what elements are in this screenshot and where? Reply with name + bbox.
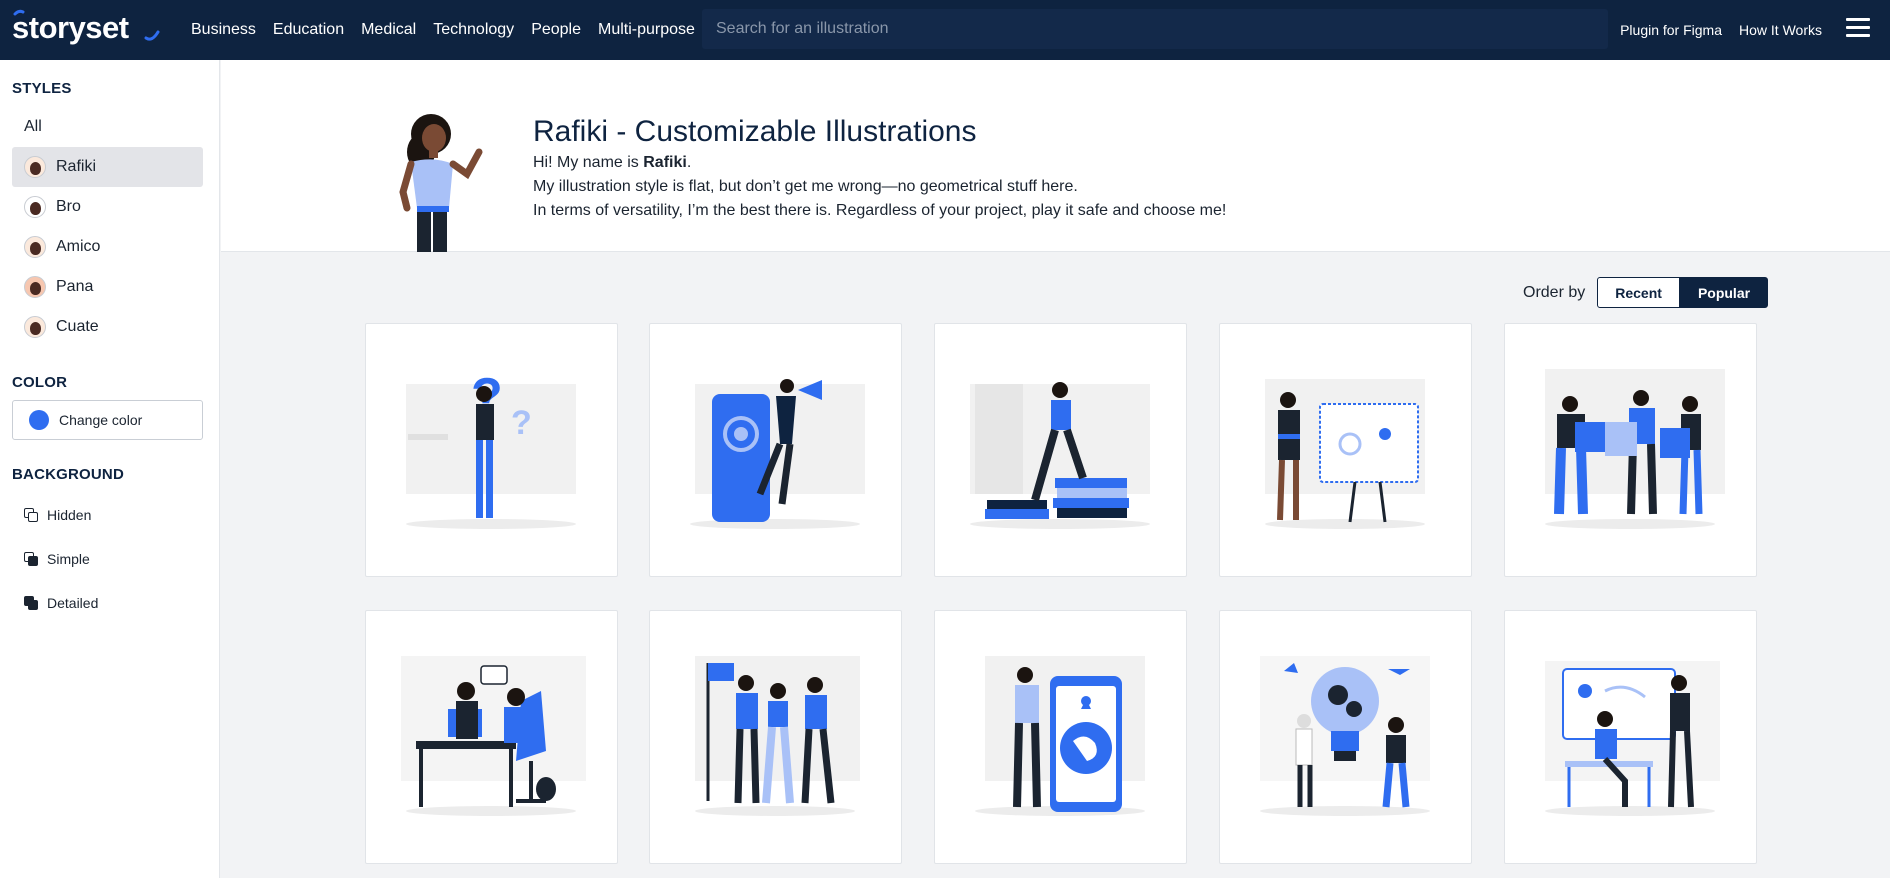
style-amico[interactable]: Amico	[12, 227, 203, 267]
menu-icon[interactable]	[1846, 18, 1870, 38]
illustration-card[interactable]: ? ?	[365, 323, 618, 577]
order-popular-button[interactable]: Popular	[1679, 277, 1769, 308]
team-flag-illustration	[695, 656, 860, 816]
illustration-card[interactable]	[1219, 323, 1472, 577]
lightbulb-gears-illustration	[1260, 656, 1430, 816]
puzzle-team-illustration	[1545, 369, 1725, 529]
header-links: Plugin for Figma How It Works	[1620, 0, 1822, 60]
plugin-for-figma-link[interactable]: Plugin for Figma	[1620, 22, 1722, 38]
question-marks-illustration: ? ?	[406, 368, 576, 529]
top-navigation-bar: storyset Business Education Medical Tech…	[0, 0, 1890, 60]
nav-medical[interactable]: Medical	[361, 21, 416, 39]
hero-intro: Hi! My name is Rafiki.	[533, 154, 691, 172]
order-by-label: Order by	[1523, 283, 1586, 301]
search-bar	[702, 9, 1608, 49]
pana-avatar-icon	[24, 276, 46, 298]
style-label: Rafiki	[56, 158, 97, 175]
layers-icon	[24, 596, 38, 610]
style-cuate[interactable]: Cuate	[12, 307, 203, 347]
background-simple[interactable]: Simple	[12, 543, 203, 575]
style-pana[interactable]: Pana	[12, 267, 203, 307]
how-it-works-link[interactable]: How It Works	[1739, 22, 1822, 38]
nav-people[interactable]: People	[531, 21, 581, 39]
background-hidden[interactable]: Hidden	[12, 499, 203, 531]
illustration-card[interactable]	[649, 610, 902, 864]
style-label: Amico	[56, 238, 101, 255]
intro-suffix: .	[686, 154, 692, 171]
nav-technology[interactable]: Technology	[433, 21, 514, 39]
illustration-card[interactable]	[1504, 323, 1757, 577]
hero-description-1: My illustration style is flat, but don’t…	[533, 178, 1078, 195]
search-input[interactable]	[716, 20, 1608, 38]
amico-avatar-icon	[24, 236, 46, 258]
background-label: Detailed	[47, 595, 99, 611]
intro-prefix: Hi! My name is	[533, 154, 644, 171]
illustration-card[interactable]	[1504, 610, 1757, 864]
illustration-card[interactable]	[365, 610, 618, 864]
style-label: All	[24, 118, 42, 135]
logo-text: storyset	[12, 10, 129, 45]
filter-sidebar: STYLES All Rafiki Bro Amico Pana Cuate C…	[0, 60, 220, 878]
office-desk-chat-illustration	[401, 656, 586, 816]
style-label: Pana	[56, 278, 94, 295]
style-hero: Rafiki - Customizable Illustrations Hi! …	[221, 60, 1890, 252]
style-label: Bro	[56, 198, 81, 215]
change-color-button[interactable]: Change color	[12, 400, 203, 440]
nav-education[interactable]: Education	[273, 21, 344, 39]
stepping-books-illustration	[970, 382, 1150, 529]
style-all[interactable]: All	[12, 107, 203, 147]
layers-icon	[24, 508, 38, 522]
background-label: Hidden	[47, 507, 92, 523]
style-bro[interactable]: Bro	[12, 187, 203, 227]
category-nav: Business Education Medical Technology Pe…	[191, 0, 712, 60]
illustration-card[interactable]	[1219, 610, 1472, 864]
color-heading: COLOR	[12, 374, 68, 391]
styles-heading: STYLES	[12, 80, 72, 97]
illustration-card[interactable]	[934, 323, 1187, 577]
illustration-card[interactable]	[934, 610, 1187, 864]
order-recent-button[interactable]: Recent	[1597, 277, 1680, 308]
hero-description-2: In terms of versatility, I’m the best th…	[533, 202, 1227, 219]
presentation-board-illustration	[1265, 379, 1425, 529]
phone-globe-illustration	[975, 656, 1145, 816]
change-color-label: Change color	[59, 412, 143, 428]
background-detailed[interactable]: Detailed	[12, 587, 203, 619]
layers-icon	[24, 552, 38, 566]
nav-multi-purpose[interactable]: Multi-purpose	[598, 21, 695, 39]
background-heading: BACKGROUND	[12, 466, 124, 483]
style-rafiki[interactable]: Rafiki	[12, 147, 203, 187]
intro-name: Rafiki	[643, 154, 687, 171]
megaphone-phone-illustration	[690, 379, 865, 529]
rafiki-character-illustration	[399, 114, 483, 252]
page-title: Rafiki - Customizable Illustrations	[533, 115, 977, 148]
illustration-card[interactable]	[649, 323, 902, 577]
style-label: Cuate	[56, 318, 99, 335]
bro-avatar-icon	[24, 196, 46, 218]
color-swatch-icon	[29, 410, 49, 430]
cuate-avatar-icon	[24, 316, 46, 338]
rafiki-avatar-icon	[24, 156, 46, 178]
storyset-logo[interactable]: storyset	[12, 8, 160, 48]
whiteboard-meeting-illustration	[1545, 661, 1720, 816]
svg-text:?: ?	[511, 404, 532, 442]
nav-business[interactable]: Business	[191, 21, 256, 39]
order-by-control: Order by Recent Popular	[1523, 277, 1769, 308]
background-label: Simple	[47, 551, 90, 567]
